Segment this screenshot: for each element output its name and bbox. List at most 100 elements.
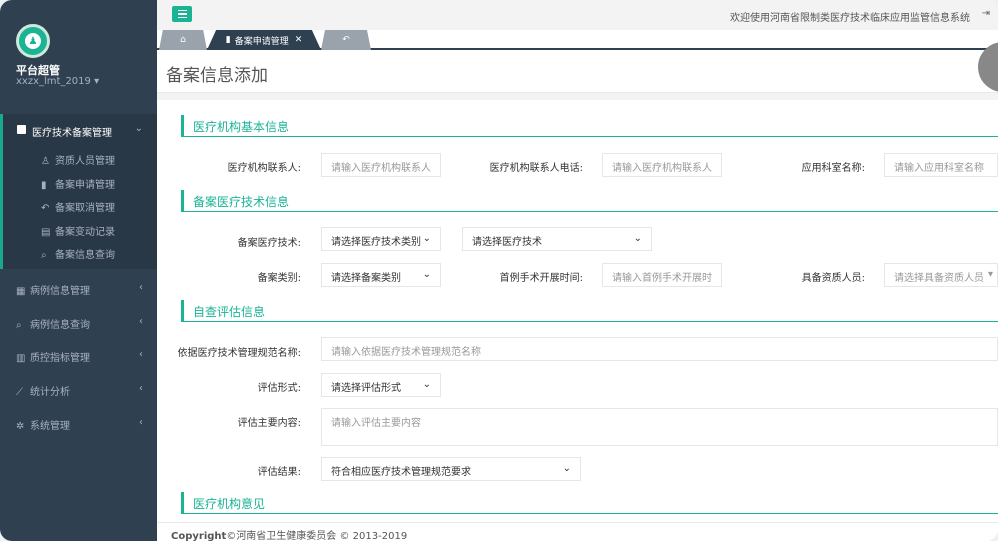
sidebar-item-label: 质控指标管理 [30,353,90,364]
sidebar-item-label: 病例信息查询 [30,320,90,331]
logout-icon[interactable]: ⇥ [982,8,990,19]
chevron-left-icon: ‹ [139,417,143,428]
chevron-down-icon: ⌄ [633,233,642,244]
contact-label: 医疗机构联系人: [227,163,301,174]
eval-form-label: 评估形式: [257,383,301,394]
staff-label: 具备资质人员: [801,273,865,284]
eval-form-select[interactable]: 请选择评估形式 ⌄ [321,373,441,397]
chevron-down-icon: ⌄ [422,379,431,390]
caret-down-icon: ▾ [987,269,993,280]
eval-content-label: 评估主要内容: [237,418,301,429]
page-title: 备案信息添加 [166,66,268,86]
bookmark-icon: ▮ [225,35,231,45]
eval-result-label: 评估结果: [257,467,301,478]
tech-select[interactable]: 请选择医疗技术 ⌄ [462,227,652,251]
sidebar-item-changes[interactable]: ▤ 备案变动记录 [41,223,115,238]
sidebar-item-label: 统计分析 [30,387,70,398]
sidebar-item-staff[interactable]: ♙ 资质人员管理 [41,152,115,167]
close-icon[interactable]: ✕ [295,35,303,45]
record-type-select[interactable]: 请选择备案类别 ⌄ [321,263,441,287]
person-icon: ♙ [41,156,50,167]
tab-label: 备案申请管理 [234,36,289,47]
tab-back[interactable]: ↶ [321,30,371,50]
main-content: 备案信息添加 医疗机构基本信息 医疗机构联系人: 请输入医疗机构联系人 医疗机构… [157,42,998,522]
select-value: 请选择评估形式 [331,383,401,394]
footer: Copyright©河南省卫生健康委员会 © 2013-2019 [157,522,998,541]
select-value: 请选择具备资质人员 [894,273,984,284]
search-icon: ⌕ [41,250,47,261]
tech-label: 备案医疗技术: [237,238,301,249]
contact-phone-input[interactable]: 请输入医疗机构联系人 [602,153,722,177]
chevron-left-icon: ‹ [139,316,143,327]
sidebar-item-case-query[interactable]: ⌕ 病例信息查询 [16,316,90,331]
select-value: 符合相应医疗技术管理规范要求 [331,467,471,478]
sidebar-item-cancel[interactable]: ↶ 备案取消管理 [41,199,115,214]
chevron-left-icon: ‹ [139,349,143,360]
sidebar-item-apply[interactable]: ▮ 备案申请管理 [41,176,115,191]
sidebar: ♟ 平台超管 xxzx_lmt_2019 ▾ 医疗技术备案管理 ⌄ ♙ 资质人员管… [0,0,157,541]
select-value: 请选择备案类别 [331,273,401,284]
copyright-text: Copyright©河南省卫生健康委员会 © 2013-2019 [171,527,407,541]
sidebar-item-statistics[interactable]: ⟋ 统计分析 [16,383,70,398]
first-op-label: 首例手术开展时间: [499,273,583,284]
sidebar-item-case-management[interactable]: ▦ 病例信息管理 [16,282,90,297]
section-title: 医疗机构基本信息 [193,120,290,134]
copyright-brand: Copyright [171,531,227,541]
file-icon: ▤ [41,227,51,238]
contact-input[interactable]: 请输入医疗机构联系人 [321,153,441,177]
chevron-down-icon: ⌄ [134,123,143,134]
section-title: 备案医疗技术信息 [193,195,290,209]
tech-type-select[interactable]: 请选择医疗技术类别 ⌄ [321,227,441,251]
sidebar-item-label: 病例信息管理 [30,286,90,297]
tab-bar: ⌂ ▮ 备案申请管理 ✕ ↶ [157,30,998,50]
section-title: 医疗机构意见 [193,497,266,511]
eval-content-textarea[interactable]: 请输入评估主要内容 [321,408,998,446]
sidebar-item-label: 资质人员管理 [55,156,115,167]
section-opinion: 医疗机构意见 [181,492,998,514]
sidebar-group-label: 医疗技术备案管理 [32,128,112,139]
sidebar-item-label: 备案变动记录 [55,227,115,238]
section-basic-info: 医疗机构基本信息 [181,115,998,137]
sidebar-item-label: 备案申请管理 [55,180,115,191]
norm-name-input[interactable]: 请输入依据医疗技术管理规范名称 [321,337,998,361]
staff-select[interactable]: 请选择具备资质人员 ▾ [884,263,998,287]
search-icon: ⌕ [16,320,22,331]
tab-home[interactable]: ⌂ [159,30,207,50]
user-account-dropdown[interactable]: xxzx_lmt_2019 ▾ [16,76,99,87]
chevron-down-icon: ⌄ [562,463,571,474]
sidebar-item-query[interactable]: ⌕ 备案信息查询 [41,246,115,261]
chevron-left-icon: ‹ [139,383,143,394]
norm-name-label: 依据医疗技术管理规范名称: [177,348,301,359]
bookmark-icon: ▮ [41,180,47,191]
sidebar-item-system[interactable]: ✲ 系统管理 [16,417,70,432]
eval-result-select[interactable]: 符合相应医疗技术管理规范要求 ⌄ [321,457,581,481]
line-chart-icon: ⟋ [16,387,23,398]
grid-icon: ▦ [16,286,26,297]
first-op-input[interactable]: 请输入首例手术开展时 [602,263,722,287]
welcome-text: 欢迎使用河南省限制类医疗技术临床应用监管信息系统 [730,13,970,24]
contact-phone-label: 医疗机构联系人电话: [489,163,583,174]
tab-record-apply[interactable]: ▮ 备案申请管理 ✕ [207,30,321,50]
home-icon: ⌂ [180,35,186,45]
avatar[interactable]: ♟ [16,24,50,58]
sidebar-group-header[interactable]: 医疗技术备案管理 ⌄ [3,114,157,142]
record-type-label: 备案类别: [257,273,301,284]
top-bar: 欢迎使用河南省限制类医疗技术临床应用监管信息系统 ⇥ [157,0,998,30]
section-self-eval: 自查评估信息 [181,300,998,322]
book-icon [17,125,26,134]
reply-icon: ↶ [41,203,50,214]
copyright-body: ©河南省卫生健康委员会 © 2013-2019 [226,531,408,541]
section-tech-info: 备案医疗技术信息 [181,190,998,212]
sidebar-group-record-management: 医疗技术备案管理 ⌄ ♙ 资质人员管理 ▮ 备案申请管理 ↶ 备案取消管理 ▤ 备案变动… [0,114,157,269]
dept-label: 应用科室名称: [801,163,865,174]
chevron-down-icon: ⌄ [422,269,431,280]
back-icon: ↶ [342,35,350,45]
app-window: ♟ 平台超管 xxzx_lmt_2019 ▾ 医疗技术备案管理 ⌄ ♙ 资质人员管… [0,0,998,541]
gear-icon: ✲ [16,421,25,432]
sidebar-item-label: 系统管理 [30,421,70,432]
chevron-down-icon: ⌄ [420,233,431,244]
dept-input[interactable]: 请输入应用科室名称 [884,153,998,177]
logo-icon: ♟ [25,33,41,49]
sidebar-item-quality[interactable]: ▥ 质控指标管理 [16,349,90,364]
menu-toggle-button[interactable] [172,6,192,22]
